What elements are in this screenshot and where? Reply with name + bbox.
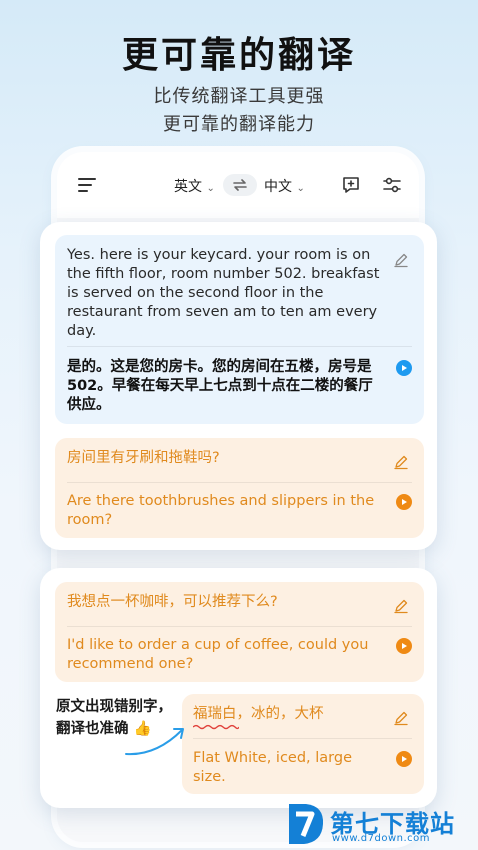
play-audio-button[interactable] [396,751,412,767]
watermark-logo: 第七下载站 www.d7down.com [286,802,476,848]
question-translation-text: Are there toothbrushes and slippers in t… [67,493,375,528]
question-text[interactable]: 我想点一杯咖啡，可以推荐下么? [67,593,383,612]
arrow-icon [125,728,184,756]
play-icon [402,756,407,762]
edit-icon[interactable] [393,710,409,726]
translation-text: 是的。这是您的房卡。您的房间在五楼，房号是502。早餐在每天早上七点到十点在二楼… [67,359,373,413]
source-language-label: 英文 [174,179,202,195]
typo-translation-text: Flat White, iced, large size. [193,750,353,785]
typo-underline [193,724,239,730]
chevron-down-icon: ⌄ [296,183,305,194]
source-text[interactable]: Yes. here is your keycard. your room is … [67,246,383,341]
question-text[interactable]: 房间里有牙刷和拖鞋吗? [67,449,383,468]
divider [193,738,412,739]
callout-line-1: 原文出现错别字， [56,699,172,715]
subtitle-line-2: 更可靠的翻译能力 [163,114,315,135]
question-translation-text: I'd like to order a cup of coffee, could… [67,637,369,672]
divider [67,346,412,347]
target-language-select[interactable]: 中文 ⌄ [264,176,305,196]
play-audio-button[interactable] [396,360,412,376]
divider [67,482,412,483]
menu-icon[interactable] [77,176,97,194]
play-icon [402,499,407,505]
d7-logo-icon [289,804,324,844]
swap-icon [233,179,247,191]
divider [67,626,412,627]
play-audio-button[interactable] [396,638,412,654]
add-note-icon[interactable] [341,175,361,195]
edit-icon[interactable] [393,598,409,614]
subtitle-line-1: 比传统翻译工具更强 [153,86,325,107]
play-icon [402,365,407,371]
watermark-url: www.d7down.com [332,833,431,844]
edit-icon[interactable] [393,252,409,268]
play-icon [402,643,407,649]
page-title: 更可靠的翻译 [121,35,356,76]
target-language-label: 中文 [264,179,292,195]
callout-line-2-text: 翻译也准确 [56,721,129,737]
settings-sliders-icon[interactable] [382,176,402,194]
source-language-select[interactable]: 英文 ⌄ [174,176,215,196]
chevron-down-icon: ⌄ [206,183,215,194]
typo-source-text[interactable]: 福瑞白，冰的，大杯 [193,705,383,724]
play-audio-button[interactable] [396,494,412,510]
swap-languages-button[interactable] [223,174,257,196]
edit-icon[interactable] [393,454,409,470]
